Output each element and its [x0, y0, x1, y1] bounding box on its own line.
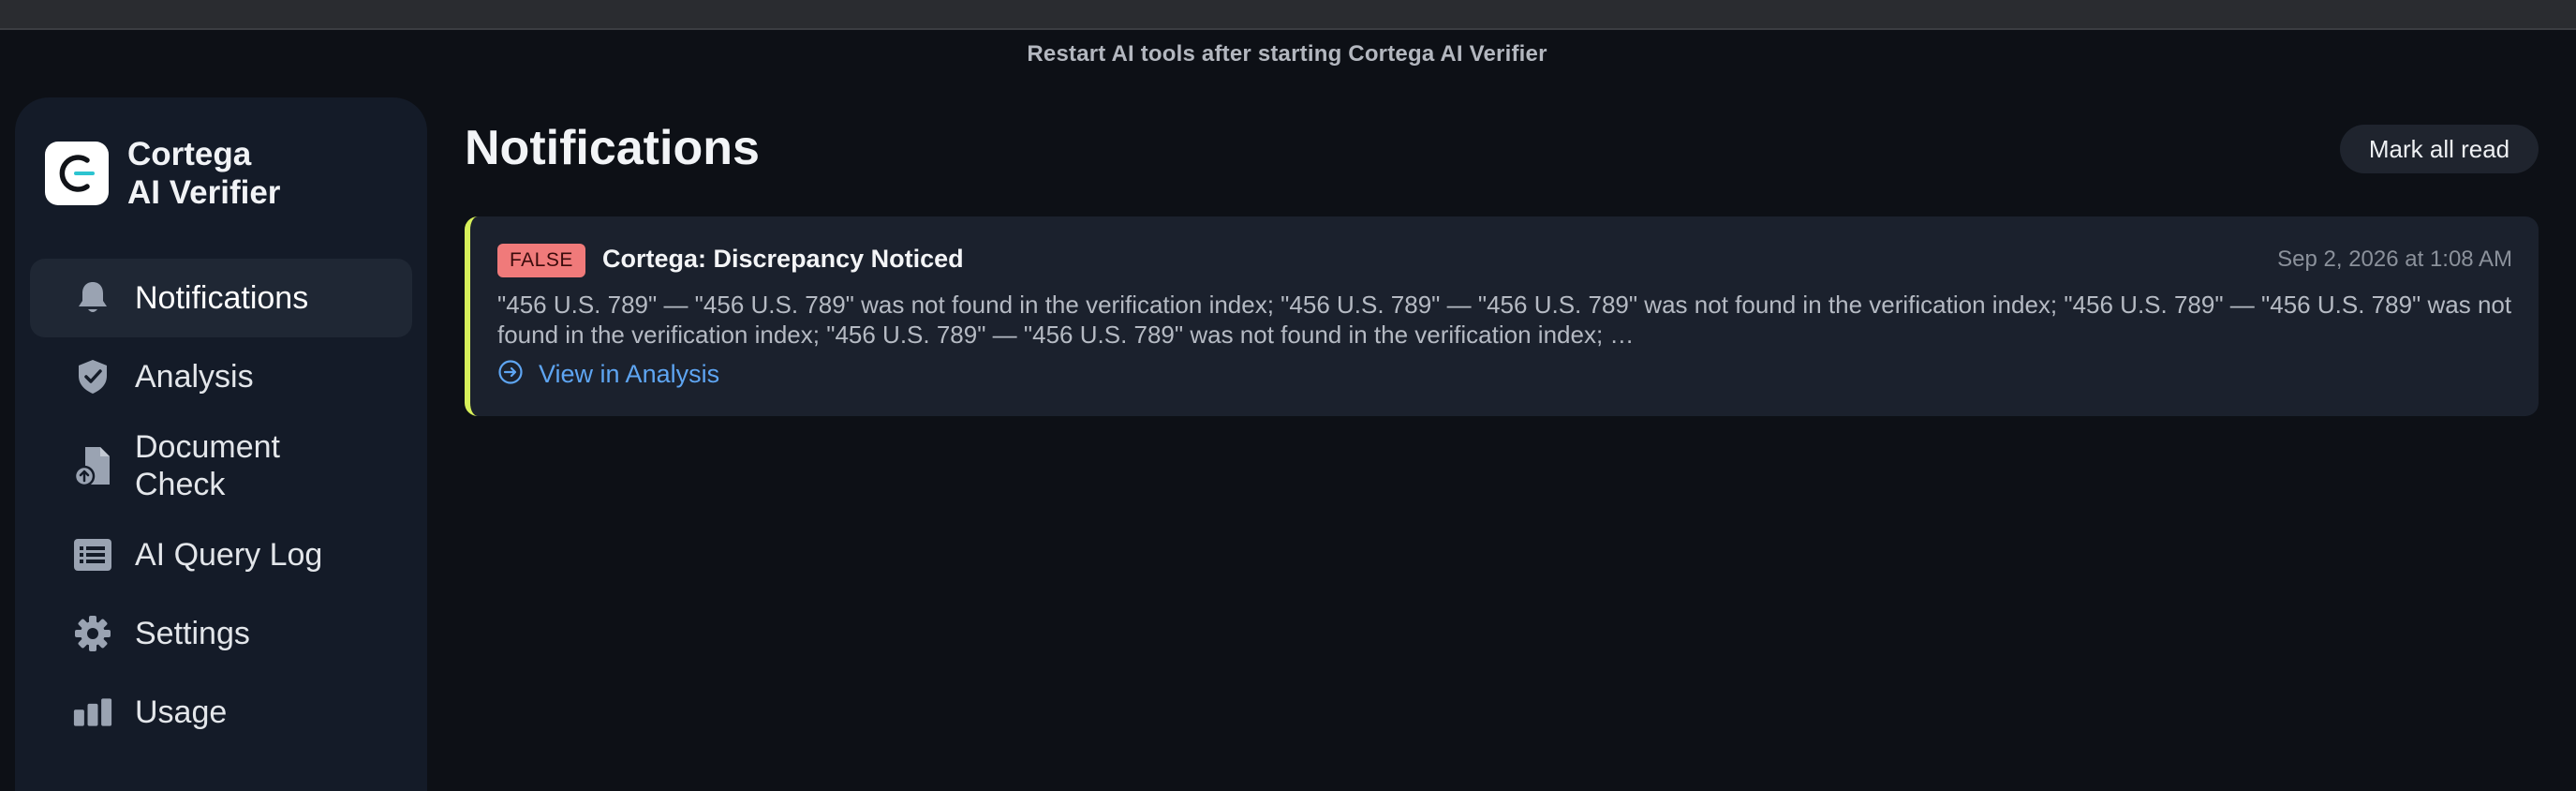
- notification-timestamp: Sep 2, 2026 at 1:08 AM: [2277, 246, 2512, 272]
- view-in-analysis-link[interactable]: View in Analysis: [497, 359, 719, 390]
- arrow-circle-right-icon: [497, 359, 524, 390]
- sidebar-item-label: Document Check: [135, 429, 280, 502]
- gear-icon: [73, 614, 112, 653]
- brand-name: Cortega AI Verifier: [127, 136, 281, 211]
- sidebar-item-document-check[interactable]: Document Check: [30, 416, 412, 515]
- view-in-analysis-label: View in Analysis: [539, 360, 720, 388]
- window-titlebar: [0, 0, 2576, 30]
- sidebar-item-label: Usage: [135, 694, 228, 730]
- document-upload-icon: [73, 446, 112, 486]
- cortega-logo-icon: [45, 142, 109, 205]
- page-title: Notifications: [465, 121, 760, 175]
- shield-check-icon: [73, 357, 112, 396]
- sidebar-item-notifications[interactable]: Notifications: [30, 259, 412, 337]
- list-icon: [73, 535, 112, 575]
- brand: Cortega AI Verifier: [45, 135, 280, 212]
- notification-body: "456 U.S. 789" — "456 U.S. 789" was not …: [497, 291, 2512, 349]
- sidebar-item-settings[interactable]: Settings: [30, 594, 412, 673]
- sidebar: Cortega AI Verifier Notifications Analys…: [15, 97, 427, 791]
- status-badge: FALSE: [497, 244, 585, 277]
- notification-card: FALSE Cortega: Discrepancy Noticed Sep 2…: [465, 216, 2539, 416]
- sidebar-item-ai-query-log[interactable]: AI Query Log: [30, 515, 412, 594]
- sidebar-item-analysis[interactable]: Analysis: [30, 337, 412, 416]
- restart-banner: Restart AI tools after starting Cortega …: [0, 32, 2576, 86]
- sidebar-item-label: Notifications: [135, 280, 309, 316]
- mark-all-read-button[interactable]: Mark all read: [2340, 125, 2539, 173]
- sidebar-item-usage[interactable]: Usage: [30, 673, 412, 752]
- bar-chart-icon: [73, 693, 112, 732]
- bell-icon: [73, 278, 112, 318]
- sidebar-nav: Notifications Analysis Document Check AI…: [30, 259, 412, 752]
- notification-title: Cortega: Discrepancy Noticed: [602, 245, 964, 273]
- sidebar-item-label: AI Query Log: [135, 537, 323, 573]
- sidebar-item-label: Analysis: [135, 359, 254, 395]
- sidebar-item-label: Settings: [135, 616, 250, 651]
- banner-text: Restart AI tools after starting Cortega …: [1027, 41, 1547, 67]
